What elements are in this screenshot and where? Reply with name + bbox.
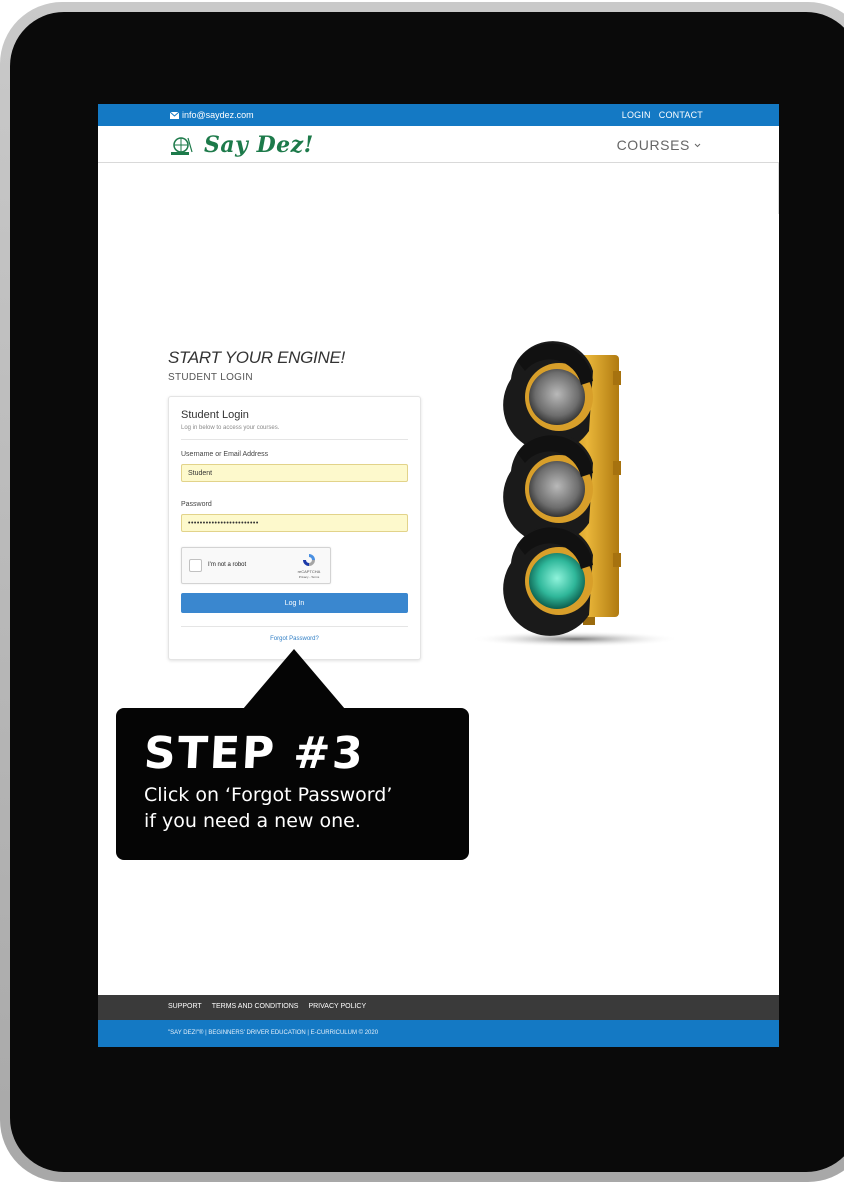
recaptcha-checkbox[interactable] [189, 559, 202, 572]
divider [181, 626, 408, 627]
chevron-down-icon [694, 143, 701, 147]
divider [181, 439, 408, 440]
courses-menu[interactable]: COURSES [617, 137, 701, 153]
driver-logo-icon [171, 137, 193, 155]
recaptcha-terms[interactable]: Privacy - Terms [294, 575, 324, 579]
step-description-line2: if you need a new one. [144, 810, 361, 832]
site-logo[interactable]: Say Dez! [168, 132, 314, 158]
contact-email-text: info@saydez.com [182, 110, 254, 120]
login-card: Student Login Log in below to access you… [168, 396, 421, 660]
top-links: LOGIN CONTACT [622, 110, 703, 120]
username-label: Username or Email Address [181, 451, 269, 458]
contact-email[interactable]: info@saydez.com [170, 110, 254, 120]
recaptcha-label: I'm not a robot [208, 562, 247, 568]
page-title: START YOUR ENGINE! [168, 348, 345, 367]
step-description: Click on ‘Forgot Password’ if you need a… [144, 782, 454, 834]
scrollbar[interactable] [778, 162, 779, 214]
step-callout: STEP #3 Click on ‘Forgot Password’ if yo… [116, 708, 469, 860]
forgot-password-link[interactable]: Forgot Password? [169, 636, 420, 642]
page-subtitle: STUDENT LOGIN [168, 372, 253, 383]
browser-viewport: info@saydez.com LOGIN CONTACT Say Dez! C… [98, 104, 779, 1047]
password-input[interactable]: •••••••••••••••••••••••• [181, 514, 408, 532]
login-button[interactable]: Log In [181, 593, 408, 613]
traffic-light-image [470, 341, 680, 647]
recaptcha-brand: reCAPTCHA [297, 569, 321, 574]
courses-label: COURSES [616, 137, 690, 153]
step-heading: STEP #3 [142, 728, 367, 779]
recaptcha-widget: I'm not a robot reCAPTCHA Privacy - Term… [181, 547, 331, 584]
login-card-title: Student Login [181, 409, 249, 421]
username-input[interactable]: Student [181, 464, 408, 482]
top-contact-link[interactable]: CONTACT [659, 110, 703, 120]
logo-text: Say Dez! [204, 132, 314, 158]
step-description-line1: Click on ‘Forgot Password’ [144, 784, 393, 806]
login-card-subtitle: Log in below to access your courses. [181, 425, 280, 431]
password-label: Password [181, 501, 212, 508]
callout-pointer [243, 649, 345, 709]
site-header: Say Dez! COURSES [98, 126, 779, 163]
top-bar: info@saydez.com LOGIN CONTACT [98, 104, 779, 126]
top-login-link[interactable]: LOGIN [622, 110, 651, 120]
recaptcha-icon [303, 554, 315, 566]
envelope-icon [170, 111, 179, 119]
